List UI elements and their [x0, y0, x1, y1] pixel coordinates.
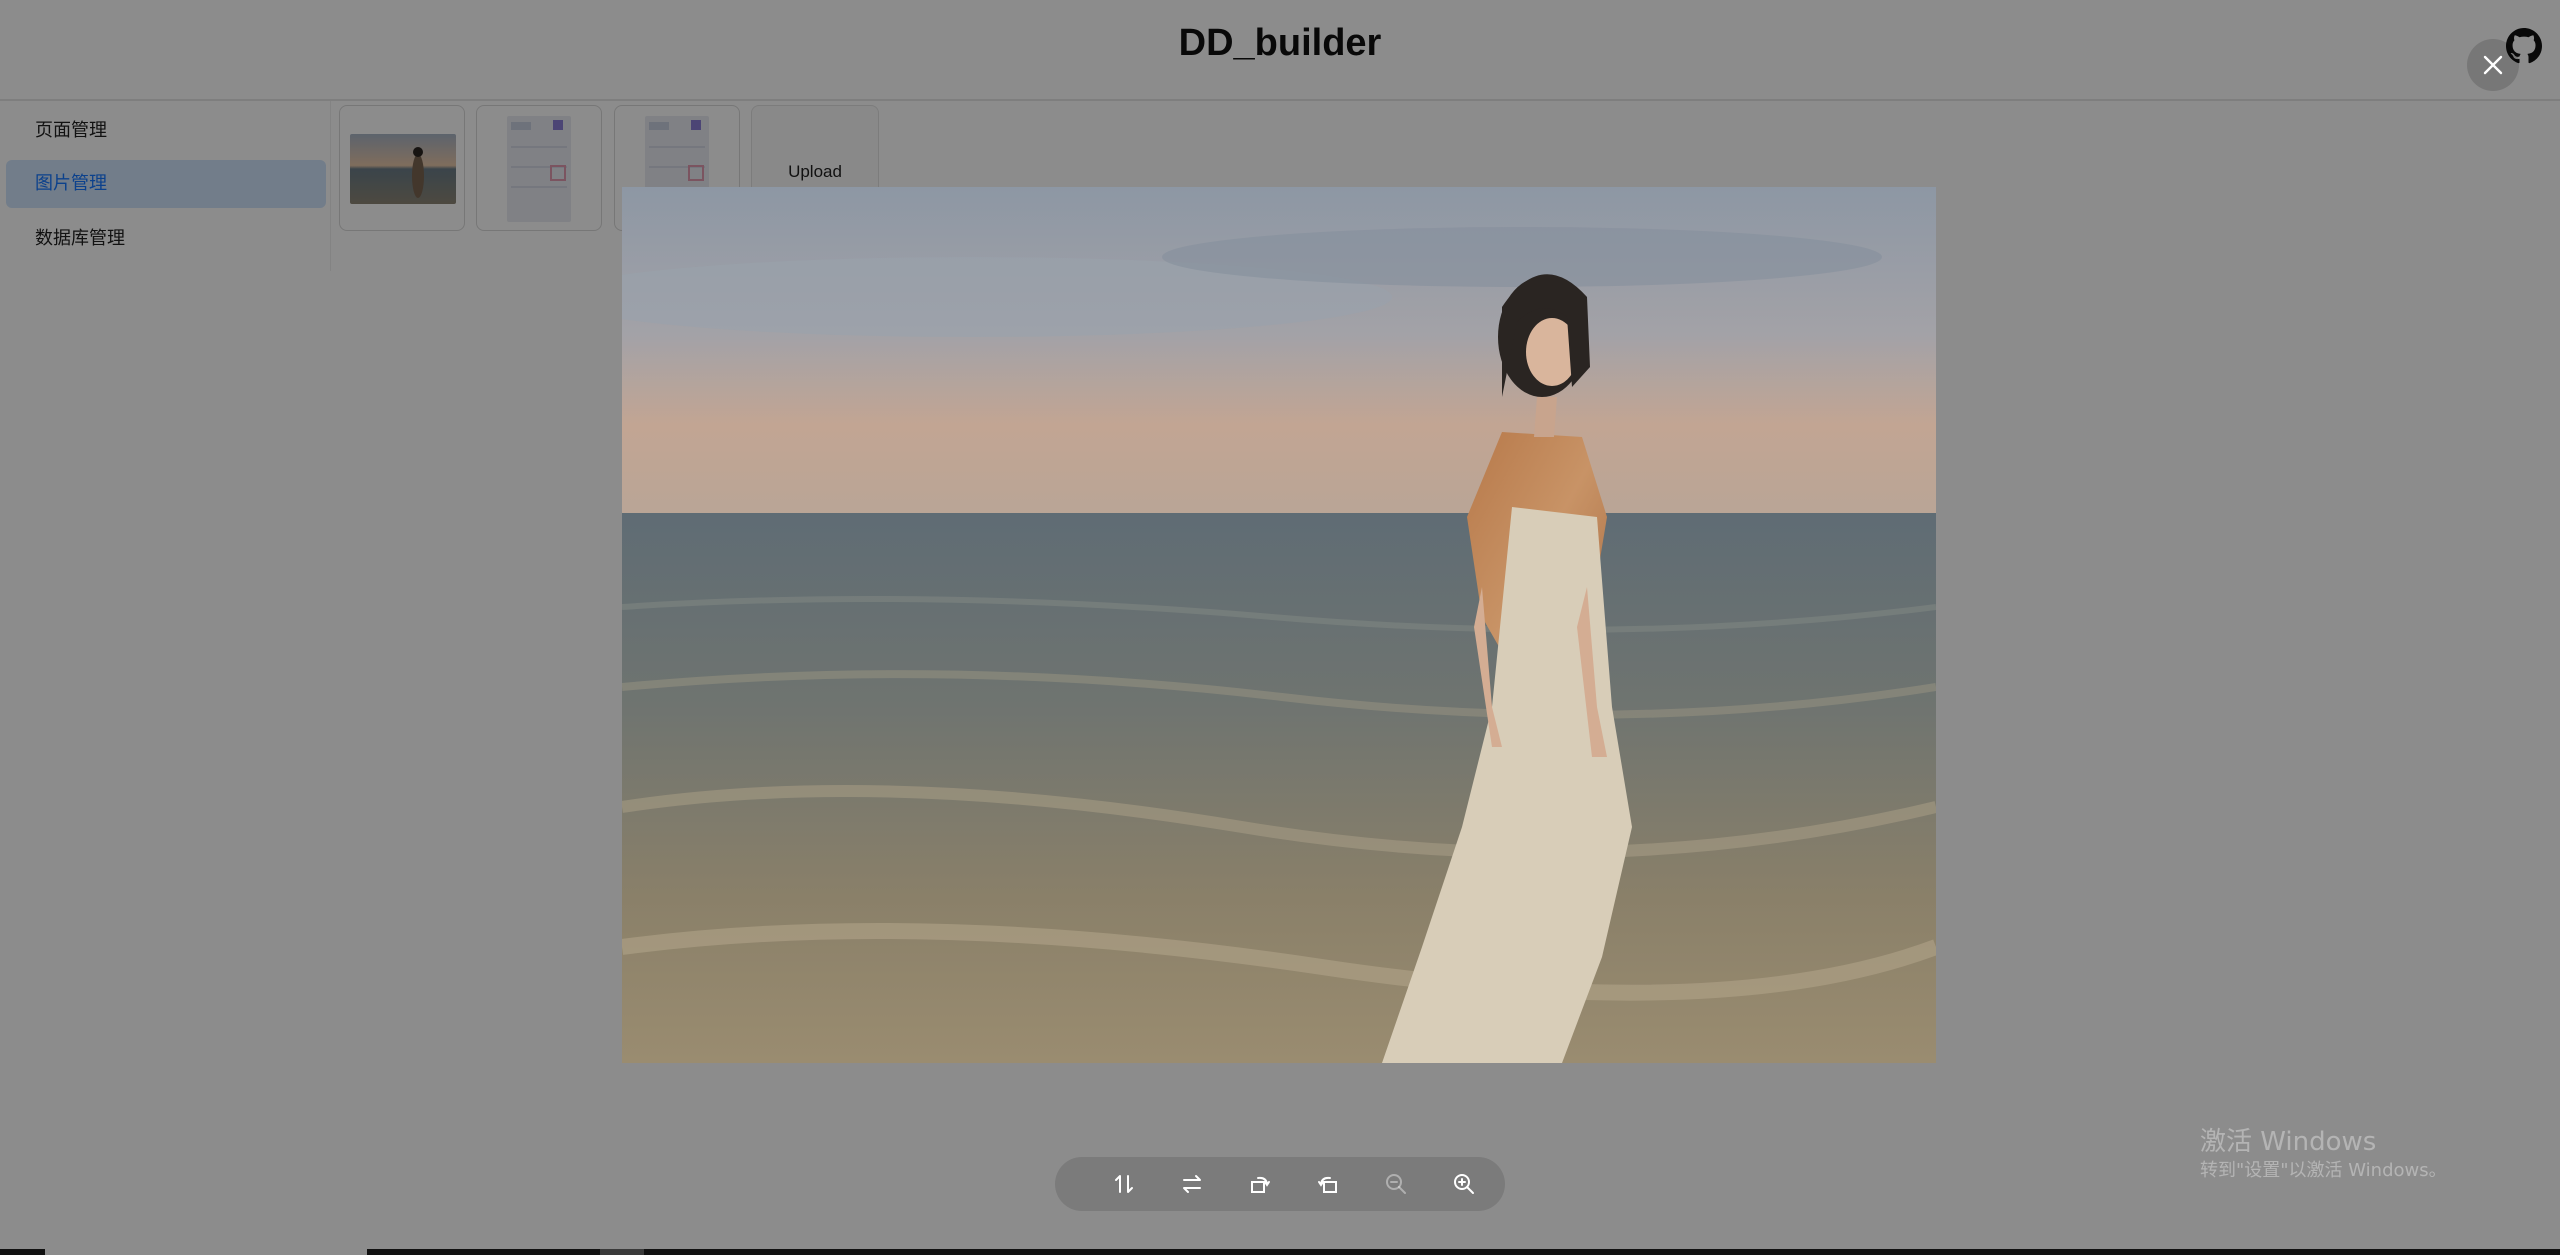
preview-toolbar [1055, 1157, 1505, 1211]
flip-horizontal-icon [1183, 1175, 1201, 1193]
watermark-title: 激活 Windows [2200, 1127, 2377, 1157]
rotate-left-button[interactable] [1246, 1170, 1274, 1198]
flip-horizontal-button[interactable] [1178, 1170, 1206, 1198]
rotate-left-icon [1251, 1176, 1270, 1193]
app: DD_builder 页面管理 图片管理 数据库管理 Upload 激活 Win… [0, 0, 2560, 1255]
beach-photo [622, 187, 1936, 1063]
flip-vertical-icon [1115, 1175, 1133, 1193]
zoom-in-button[interactable] [1450, 1170, 1478, 1198]
zoom-out-icon [1386, 1174, 1406, 1194]
rotate-right-button[interactable] [1314, 1170, 1342, 1198]
windows-activation-watermark: 激活 Windows 转到"设置"以激活 Windows。 [2200, 1126, 2447, 1184]
close-icon [2483, 55, 2503, 75]
watermark-subtitle: 转到"设置"以激活 Windows。 [2200, 1160, 2447, 1181]
zoom-out-button[interactable] [1382, 1170, 1410, 1198]
flip-vertical-button[interactable] [1110, 1170, 1138, 1198]
close-button[interactable] [2467, 39, 2519, 91]
zoom-in-icon [1454, 1174, 1474, 1194]
rotate-right-icon [1318, 1176, 1337, 1193]
preview-image [622, 187, 1936, 1063]
